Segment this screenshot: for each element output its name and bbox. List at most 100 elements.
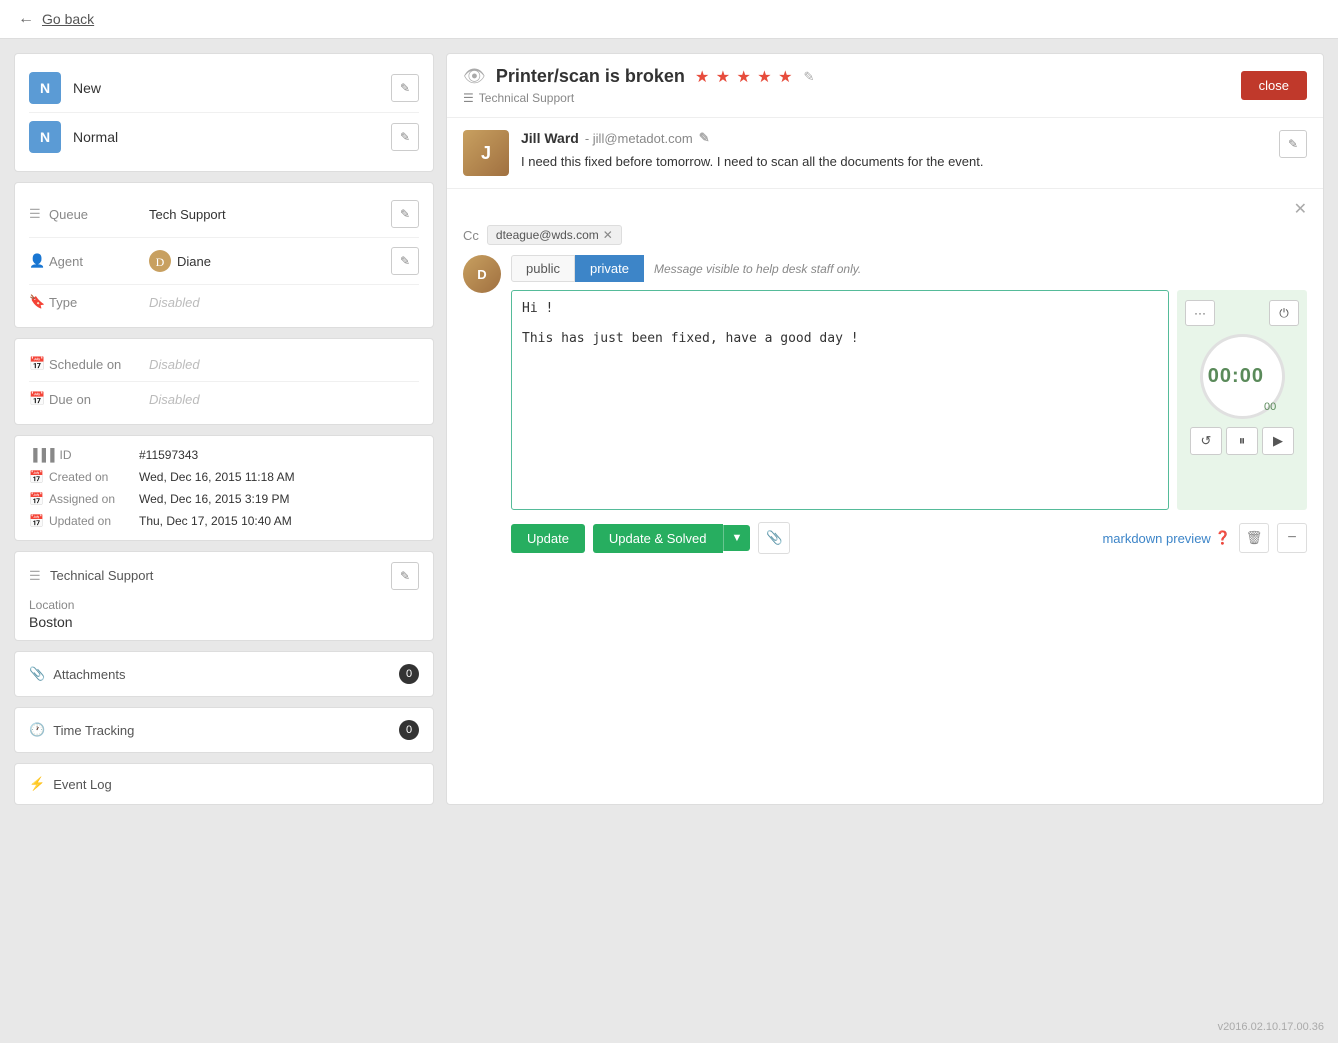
user-avatar: J <box>463 130 509 176</box>
status-card: N New ✎ N Normal ✎ <box>14 53 434 172</box>
timer-reset-button[interactable]: ↺ <box>1190 427 1222 455</box>
update-solved-dropdown-button[interactable]: ▼ <box>723 525 751 551</box>
edit-message-button[interactable]: ✎ <box>1279 130 1307 158</box>
tab-public-button[interactable]: public <box>511 255 575 282</box>
assigned-icon: 📅 <box>29 492 44 506</box>
type-key: Type <box>49 295 149 310</box>
agent-icon: 👤 <box>29 253 49 269</box>
type-value: Disabled <box>149 295 419 310</box>
schedule-row: 📅 Schedule on Disabled <box>29 347 419 382</box>
time-tracking-card: 🕐 Time Tracking 0 <box>14 707 434 753</box>
event-log-title: ⚡ Event Log <box>29 776 112 792</box>
id-key: ▐▐▐ ID <box>29 448 139 462</box>
tab-private-button[interactable]: private <box>575 255 644 282</box>
delete-button[interactable]: 🗑 <box>1239 523 1269 553</box>
edit-status-new-button[interactable]: ✎ <box>391 74 419 102</box>
timer-options-button[interactable]: ··· <box>1185 300 1215 326</box>
edit-status-normal-button[interactable]: ✎ <box>391 123 419 151</box>
collapse-button[interactable]: − <box>1277 523 1307 553</box>
status-label-new: New <box>73 80 391 96</box>
timer-power-button[interactable]: ⏻ <box>1269 300 1299 326</box>
type-row: 🔖 Type Disabled <box>29 285 419 319</box>
ticket-title: Printer/scan is broken <box>496 66 685 87</box>
timer-ms: 00 <box>1264 401 1276 413</box>
go-back-link[interactable]: Go back <box>42 11 94 27</box>
bolt-icon: ⚡ <box>29 776 45 792</box>
created-icon: 📅 <box>29 470 44 484</box>
status-badge-new: N <box>29 72 61 104</box>
timer-circle: 00:00 00 <box>1200 334 1285 419</box>
composer-body: Hi ! This has just been fixed, have a go… <box>511 290 1307 510</box>
version-text: v2016.02.10.17.00.36 <box>1218 1021 1324 1033</box>
schedule-card: 📅 Schedule on Disabled 📅 Due on Disabled <box>14 338 434 425</box>
ticket-stars: ★ ★ ★ ★ ★ <box>695 67 794 87</box>
meta-section: ▐▐▐ ID #11597343 📅 Created on Wed, Dec 1… <box>15 436 433 540</box>
cc-tag: dteague@wds.com ✕ <box>487 225 622 245</box>
attachments-section: 📎 Attachments 0 <box>15 652 433 696</box>
due-icon: 📅 <box>29 391 49 407</box>
attach-icon: 📎 <box>29 666 45 682</box>
info-card: ☰ Queue Tech Support ✎ 👤 Agent Diane ✎ 🔖 <box>14 182 434 328</box>
message-content: Jill Ward - jill@metadot.com ✎ I need th… <box>521 130 1267 176</box>
due-key: Due on <box>49 392 149 407</box>
location-value: Boston <box>29 614 419 630</box>
help-icon: ❓ <box>1215 530 1231 546</box>
edit-queue-button[interactable]: ✎ <box>391 200 419 228</box>
queue-row: ☰ Queue Tech Support ✎ <box>29 191 419 238</box>
cc-label: Cc <box>463 228 479 243</box>
created-key: 📅 Created on <box>29 470 139 484</box>
message-edit-area: ✎ <box>1279 130 1307 158</box>
message-text: I need this fixed before tomorrow. I nee… <box>521 152 1267 172</box>
updated-icon: 📅 <box>29 514 44 528</box>
reply-composer: D public private Message visible to help… <box>463 255 1307 510</box>
event-log-card: ⚡ Event Log <box>14 763 434 805</box>
time-tracking-section: 🕐 Time Tracking 0 <box>15 708 433 752</box>
cc-row: Cc dteague@wds.com ✕ <box>463 225 1307 245</box>
queue-value: Tech Support <box>149 207 391 222</box>
update-solved-split: Update & Solved ▼ <box>593 524 750 553</box>
assigned-value: Wed, Dec 16, 2015 3:19 PM <box>139 492 290 506</box>
close-ticket-button[interactable]: close <box>1241 71 1307 100</box>
location-label: Location <box>29 598 419 612</box>
attach-button[interactable]: 📎 <box>758 522 790 554</box>
time-tracking-count: 0 <box>399 720 419 740</box>
timer-play-button[interactable]: ▶ <box>1262 427 1294 455</box>
event-log-section: ⚡ Event Log <box>15 764 433 804</box>
status-badge-normal: N <box>29 121 61 153</box>
top-bar: ← Go back <box>0 0 1338 39</box>
timer-display: 00:00 <box>1208 365 1264 388</box>
main-content: N New ✎ N Normal ✎ ☰ Queue Tech Support … <box>0 39 1338 819</box>
updated-key: 📅 Updated on <box>29 514 139 528</box>
info-section: ☰ Queue Tech Support ✎ 👤 Agent Diane ✎ 🔖 <box>15 183 433 327</box>
update-solved-button[interactable]: Update & Solved <box>593 524 723 553</box>
attachments-title: 📎 Attachments <box>29 666 125 682</box>
ticket-type-badge: ☰ Technical Support <box>463 91 814 105</box>
schedule-value: Disabled <box>149 357 419 372</box>
message-sender: Jill Ward - jill@metadot.com ✎ <box>521 130 1267 146</box>
close-reply-button[interactable]: ✕ <box>463 199 1307 219</box>
updated-row: 📅 Updated on Thu, Dec 17, 2015 10:40 AM <box>29 510 419 532</box>
ticket-header: 👁 Printer/scan is broken ★ ★ ★ ★ ★ ✎ ☰ T… <box>447 54 1323 118</box>
id-icon: ▐▐▐ <box>29 448 55 462</box>
cc-remove-button[interactable]: ✕ <box>603 228 613 242</box>
assigned-row: 📅 Assigned on Wed, Dec 16, 2015 3:19 PM <box>29 488 419 510</box>
update-button[interactable]: Update <box>511 524 585 553</box>
support-icon: ☰ <box>29 568 41 583</box>
schedule-key: Schedule on <box>49 357 149 372</box>
edit-custom-fields-button[interactable]: ✎ <box>391 562 419 590</box>
edit-sender-icon[interactable]: ✎ <box>699 130 710 146</box>
agent-value: Diane <box>149 250 391 272</box>
updated-value: Thu, Dec 17, 2015 10:40 AM <box>139 514 292 528</box>
edit-agent-button[interactable]: ✎ <box>391 247 419 275</box>
id-value: #11597343 <box>139 448 198 462</box>
agent-avatar <box>149 250 171 272</box>
created-row: 📅 Created on Wed, Dec 16, 2015 11:18 AM <box>29 466 419 488</box>
message-editor[interactable]: Hi ! This has just been fixed, have a go… <box>511 290 1169 510</box>
tab-row: public private Message visible to help d… <box>511 255 1307 282</box>
markdown-preview-link[interactable]: markdown preview ❓ <box>1102 530 1231 546</box>
edit-title-icon[interactable]: ✎ <box>803 69 814 85</box>
clock-icon: 🕐 <box>29 722 45 738</box>
sender-email: - jill@metadot.com <box>585 131 693 146</box>
attachments-count: 0 <box>399 664 419 684</box>
timer-pause-button[interactable]: ⏸ <box>1226 427 1258 455</box>
